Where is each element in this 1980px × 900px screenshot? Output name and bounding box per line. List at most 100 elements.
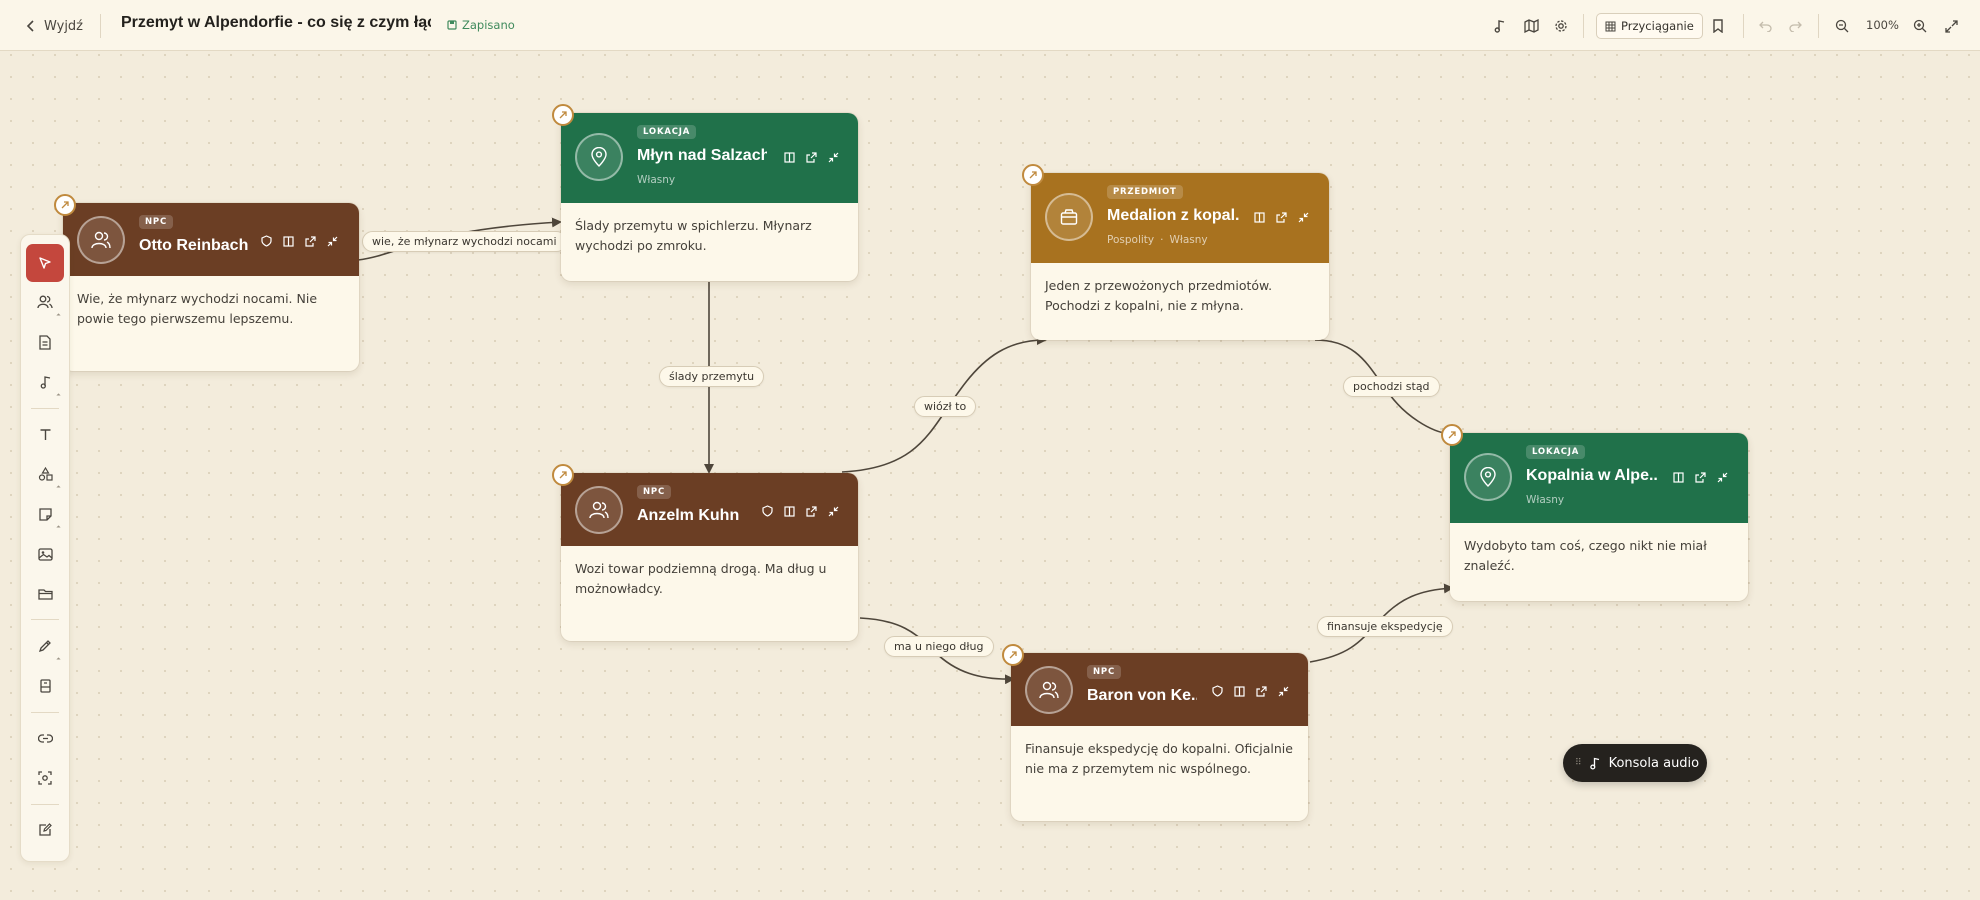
card-description: Wozi towar podziemną drogą. Ma dług u mo… — [575, 561, 827, 596]
collapse-icon[interactable] — [826, 504, 840, 518]
edit-tool[interactable] — [26, 811, 64, 849]
card-actions — [760, 504, 840, 518]
split-view-icon[interactable] — [782, 150, 796, 164]
card-title: Młyn nad Salzach — [637, 147, 767, 164]
open-external-icon[interactable] — [1274, 210, 1288, 224]
split-view-icon[interactable] — [1252, 210, 1266, 224]
audio-tool[interactable] — [26, 363, 64, 401]
collapse-icon[interactable] — [826, 150, 840, 164]
card-drag-handle[interactable] — [1441, 424, 1463, 446]
edge-label-mlyn-anzelm[interactable]: ślady przemytu — [659, 366, 765, 387]
edge-label-anzelm-baron[interactable]: ma u niego dług — [884, 636, 994, 657]
card-drag-handle[interactable] — [552, 104, 574, 126]
card-header: NPC Otto Reinbach — [63, 203, 359, 276]
link-handle-icon — [559, 111, 567, 119]
eraser-tool[interactable] — [26, 667, 64, 705]
folder-tool[interactable] — [26, 575, 64, 613]
map-pin-icon — [1480, 467, 1496, 487]
edge-label-anzelm-medalion[interactable]: wiózł to — [914, 396, 977, 417]
sticky-note-tool[interactable] — [26, 495, 64, 533]
pen-tool[interactable] — [26, 627, 64, 665]
link-tool[interactable] — [26, 719, 64, 757]
link-handle-icon — [1029, 171, 1037, 179]
card-drag-handle[interactable] — [552, 464, 574, 486]
shield-icon[interactable] — [259, 234, 273, 248]
text-icon — [40, 428, 50, 440]
audio-console-button[interactable]: ⠿ Konsola audio — [1563, 744, 1707, 782]
card-otto-reinbach[interactable]: NPC Otto Reinbach Wie, że młynarz wychod… — [54, 194, 359, 371]
note-tool[interactable] — [26, 323, 64, 361]
split-view-icon[interactable] — [1671, 470, 1685, 484]
divider — [31, 804, 59, 805]
card-title: Baron von Ke... — [1087, 687, 1197, 704]
card-subtitle: Własny — [637, 174, 676, 186]
card-description: Wydobyto tam coś, czego nikt nie miał zn… — [1464, 538, 1707, 573]
package-icon — [1060, 209, 1078, 225]
split-view-icon[interactable] — [281, 234, 295, 248]
people-icon — [589, 501, 609, 519]
card-type-badge: NPC — [637, 485, 671, 499]
select-tool[interactable] — [26, 244, 64, 282]
card-actions — [1671, 470, 1729, 484]
pen-icon — [38, 640, 51, 653]
rarity-label: Pospolity — [1107, 234, 1155, 246]
card-type-badge: NPC — [1087, 665, 1121, 679]
collapse-icon[interactable] — [325, 234, 339, 248]
card-type-badge: LOKACJA — [637, 125, 697, 139]
open-external-icon[interactable] — [804, 504, 818, 518]
card-baron[interactable]: NPC Baron von Ke... Finansuje ekspedycję… — [1002, 644, 1308, 821]
card-title: Otto Reinbach — [139, 237, 249, 254]
npc-tool[interactable] — [26, 283, 64, 321]
card-header: LOKACJA Młyn nad Salzach Własny — [561, 113, 858, 203]
link-handle-icon — [1009, 651, 1017, 659]
card-mlyn-nad-salzach[interactable]: LOKACJA Młyn nad Salzach Własny Ślady pr… — [552, 104, 858, 281]
card-header: PRZEDMIOT Medalion z kopal... Pospolity ·… — [1031, 173, 1329, 263]
card-drag-handle[interactable] — [54, 194, 76, 216]
tool-palette — [20, 234, 70, 862]
drag-grip-icon[interactable]: ⠿ — [1575, 758, 1582, 768]
focus-tool[interactable] — [26, 759, 64, 797]
split-view-icon[interactable] — [1232, 684, 1246, 698]
collapse-icon[interactable] — [1276, 684, 1290, 698]
open-external-icon[interactable] — [804, 150, 818, 164]
cursor-icon — [39, 257, 51, 269]
card-type-badge: LOKACJA — [1526, 445, 1586, 459]
split-view-icon[interactable] — [782, 504, 796, 518]
location-avatar — [1464, 453, 1512, 501]
edge-label-otto-mlyn[interactable]: wie, że młynarz wychodzi nocami — [362, 231, 567, 252]
card-anzelm-kuhn[interactable]: NPC Anzelm Kuhn Wozi towar podziemną dro… — [552, 464, 858, 641]
card-title: Kopalnia w Alpe... — [1526, 467, 1658, 484]
open-external-icon[interactable] — [1693, 470, 1707, 484]
collapse-icon[interactable] — [1296, 210, 1310, 224]
text-tool[interactable] — [26, 415, 64, 453]
divider — [31, 619, 59, 620]
people-icon — [91, 231, 111, 249]
people-icon — [37, 295, 53, 309]
card-kopalnia[interactable]: LOKACJA Kopalnia w Alpe... Własny Wydoby… — [1441, 424, 1748, 601]
location-avatar — [575, 133, 623, 181]
owner-label: Własny — [1169, 234, 1208, 246]
music-note-icon — [40, 376, 50, 389]
card-title: Anzelm Kuhn — [637, 507, 740, 524]
music-note-icon — [1589, 757, 1599, 770]
card-subtitle: Pospolity · Własny — [1107, 234, 1208, 246]
collapse-icon[interactable] — [1715, 470, 1729, 484]
image-tool[interactable] — [26, 535, 64, 573]
shield-icon[interactable] — [1210, 684, 1224, 698]
sticky-note-icon — [38, 507, 52, 521]
card-medalion[interactable]: PRZEDMIOT Medalion z kopal... Pospolity ·… — [1022, 164, 1329, 340]
link-handle-icon — [559, 471, 567, 479]
shield-icon[interactable] — [760, 504, 774, 518]
open-external-icon[interactable] — [303, 234, 317, 248]
card-subtitle: Własny — [1526, 494, 1565, 506]
card-header: NPC Anzelm Kuhn — [561, 473, 858, 546]
open-external-icon[interactable] — [1254, 684, 1268, 698]
card-drag-handle[interactable] — [1022, 164, 1044, 186]
card-drag-handle[interactable] — [1002, 644, 1024, 666]
map-pin-icon — [591, 147, 607, 167]
edge-label-baron-kopalnia[interactable]: finansuje ekspedycję — [1317, 616, 1453, 637]
edge-label-medalion-kopalnia[interactable]: pochodzi stąd — [1343, 376, 1440, 397]
npc-avatar — [1025, 666, 1073, 714]
shapes-tool[interactable] — [26, 455, 64, 493]
audio-console-label: Konsola audio — [1608, 755, 1700, 771]
